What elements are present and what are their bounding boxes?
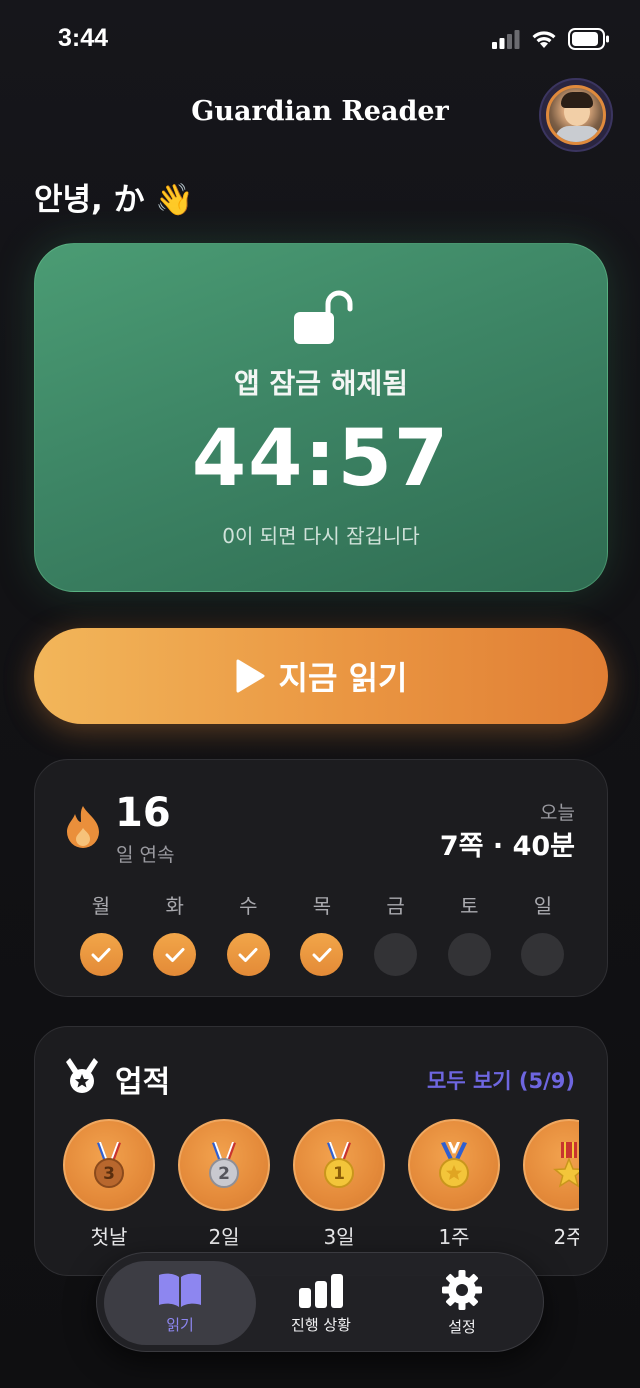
day-incomplete-indicator (521, 933, 565, 976)
day-complete-indicator (226, 933, 270, 976)
achievement-badge (408, 1119, 500, 1211)
achievement-label: 1주 (438, 1225, 470, 1249)
day-label: 금 (386, 894, 405, 918)
today-label: 오늘 (540, 802, 575, 824)
achievement-badge: 2 (178, 1119, 270, 1211)
streak-card: 16 일 연속 오늘 7쪽 · 40분 월 화 수 목 금 토 일 (34, 759, 608, 997)
day-label: 일 (533, 894, 553, 918)
avatar-photo (546, 85, 606, 145)
achievement-badge: 1 (293, 1119, 385, 1211)
achievement-label: 첫날 (90, 1225, 128, 1249)
day-label: 화 (165, 894, 184, 918)
streak-unit-label: 일 연속 (116, 844, 175, 866)
day-sunday: 일 (521, 890, 565, 976)
tab-reading[interactable]: 읽기 (104, 1261, 256, 1345)
checkmark-icon (238, 947, 258, 962)
book-icon (159, 1273, 201, 1307)
cellular-signal-icon (492, 30, 520, 49)
see-all-achievements-link[interactable]: 모두 보기 (5/9) (427, 1065, 575, 1095)
home-screen: 3:44 Guardian Reader 안녕, か 👋 앱 잠금 해제됨 44… (0, 0, 640, 1388)
bronze-medal-icon: 3 (94, 1142, 124, 1188)
achievement-item[interactable]: 2주 (523, 1119, 579, 1250)
achievement-item[interactable]: 3 첫날 (63, 1119, 155, 1250)
day-incomplete-indicator (374, 933, 418, 976)
unlock-status-label: 앱 잠금 해제됨 (233, 367, 409, 400)
day-saturday: 토 (447, 890, 491, 976)
greeting-text: 안녕, か 👋 (34, 182, 194, 218)
day-label: 목 (312, 894, 332, 918)
day-tuesday: 화 (153, 890, 197, 976)
day-monday: 월 (79, 890, 123, 976)
svg-text:1: 1 (333, 1164, 345, 1184)
svg-text:2: 2 (218, 1164, 230, 1184)
day-wednesday: 수 (226, 890, 270, 976)
read-now-button[interactable]: 지금 읽기 (34, 628, 608, 724)
play-icon (236, 659, 265, 693)
status-icons (492, 28, 610, 50)
flame-icon (67, 806, 99, 848)
achievement-item[interactable]: 2 2일 (178, 1119, 270, 1250)
medal-icon (66, 1058, 98, 1093)
achievement-item[interactable]: 1 3일 (293, 1119, 385, 1250)
read-now-label: 지금 읽기 (278, 659, 408, 697)
silver-medal-icon: 2 (209, 1142, 239, 1188)
day-friday: 금 (374, 890, 418, 976)
tab-progress[interactable]: 진행 상황 (245, 1261, 397, 1345)
unlock-status-card: 앱 잠금 해제됨 44:57 0이 되면 다시 잠깁니다 (34, 243, 608, 592)
wifi-icon (532, 31, 556, 48)
tab-settings[interactable]: 설정 (386, 1261, 538, 1345)
bottom-tab-bar: 읽기 진행 상황 설정 (96, 1252, 544, 1352)
status-bar: 3:44 (0, 0, 640, 80)
achievement-item[interactable]: 1주 (408, 1119, 500, 1250)
unlock-status-subtitle: 0이 되면 다시 잠깁니다 (222, 524, 420, 548)
day-label: 토 (460, 894, 479, 918)
today-reading-summary: 7쪽 · 40분 (439, 831, 575, 862)
tab-label: 읽기 (166, 1315, 194, 1334)
sports-medal-icon (439, 1142, 469, 1188)
gold-medal-icon: 1 (324, 1142, 354, 1188)
day-incomplete-indicator (447, 933, 491, 976)
checkmark-icon (91, 947, 111, 962)
gear-icon (442, 1269, 482, 1310)
tab-label: 진행 상황 (291, 1315, 351, 1334)
profile-avatar-button[interactable] (539, 78, 613, 152)
weekly-progress-row: 월 화 수 목 금 토 일 (79, 890, 565, 976)
unlocked-padlock-icon (294, 290, 353, 344)
achievement-badge (523, 1119, 579, 1211)
achievement-label: 2일 (208, 1225, 240, 1249)
battery-icon (568, 28, 609, 50)
streak-count: 16 (115, 790, 171, 836)
svg-text:3: 3 (103, 1164, 115, 1184)
achievement-badge: 3 (63, 1119, 155, 1211)
day-complete-indicator (79, 933, 123, 976)
achievements-card: 업적 모두 보기 (5/9) 3 첫날 2 2일 1 3일 1주 2 (34, 1026, 608, 1276)
day-complete-indicator (153, 933, 197, 976)
day-label: 수 (239, 894, 258, 918)
checkmark-icon (165, 947, 185, 962)
day-complete-indicator (300, 933, 344, 976)
day-label: 월 (91, 894, 111, 918)
unlock-countdown-timer: 44:57 (191, 414, 451, 504)
achievements-scroll-row[interactable]: 3 첫날 2 2일 1 3일 1주 2 (63, 1119, 579, 1259)
achievement-label: 2주 (553, 1225, 579, 1249)
checkmark-icon (312, 947, 332, 962)
military-medal-icon (553, 1142, 579, 1188)
achievement-label: 3일 (323, 1225, 355, 1249)
day-thursday: 목 (300, 890, 344, 976)
bar-chart-icon (299, 1273, 343, 1308)
achievements-title: 업적 (115, 1065, 171, 1100)
tab-label: 설정 (448, 1317, 476, 1336)
status-time: 3:44 (58, 24, 109, 52)
